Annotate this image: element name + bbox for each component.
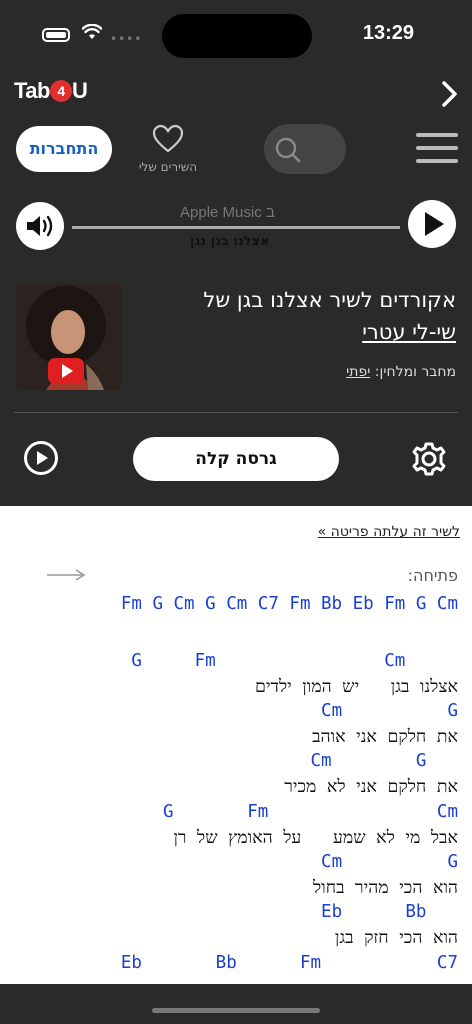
player-progress-track[interactable]	[72, 226, 400, 229]
wifi-icon	[82, 24, 102, 39]
divider	[14, 412, 458, 413]
cellular-signal-icon: ••••	[110, 32, 143, 46]
chord-line: Eb Bb	[321, 902, 458, 922]
chords-sheet: לשיר זה עלתה פריטה » פתיחה: Fm G Cm G Cm…	[0, 506, 472, 984]
lyric-line: את חלקם אני לא מכיר	[284, 777, 458, 797]
artist-video-thumbnail[interactable]	[16, 284, 122, 390]
battery-icon	[42, 28, 70, 42]
intro-label: פתיחה:	[407, 566, 458, 585]
autoscroll-button[interactable]	[24, 441, 58, 475]
speaker-icon	[27, 215, 53, 237]
lyric-line: הוא הכי חזק בגן	[334, 928, 458, 948]
artist-photo	[16, 284, 122, 390]
chord-line: Cm G	[321, 701, 458, 721]
logo-text: Tab	[14, 78, 50, 103]
lyric-line: אצלנו בגן יש המון ילדים	[255, 677, 458, 697]
menu-line	[416, 133, 458, 137]
composer-line: מחבר ומלחין: יפתי	[346, 364, 456, 380]
composer-prefix: מחבר ומלחין:	[374, 364, 456, 380]
composer-link[interactable]: יפתי	[346, 364, 370, 380]
chord-line: G Fm Cm	[162, 802, 458, 822]
player-song-title: אצלנו בגן נגן	[190, 234, 270, 249]
gear-icon[interactable]	[410, 440, 448, 478]
chord-line: G Fm Cm	[131, 651, 458, 671]
status-time: 13:29	[362, 22, 414, 44]
lyric-line: הוא הכי מהיר בחול	[313, 878, 458, 898]
menu-button[interactable]	[416, 133, 458, 163]
home-indicator[interactable]	[152, 1008, 320, 1013]
chevron-right-icon[interactable]	[440, 80, 460, 108]
play-icon	[425, 212, 444, 236]
tutorial-link[interactable]: לשיר זה עלתה פריטה »	[318, 524, 460, 540]
app-logo[interactable]: Tab 4 U	[14, 78, 88, 104]
search-icon	[275, 137, 301, 163]
menu-line	[416, 146, 458, 150]
chord-line: Eb Bb Fm C7	[120, 953, 458, 973]
song-title: אקורדים לשיר אצלנו בגן של	[203, 288, 456, 312]
chord-line: Cm G	[310, 751, 458, 771]
login-button[interactable]: התחברות	[16, 126, 112, 172]
play-button[interactable]	[408, 200, 456, 248]
play-circle-icon	[37, 451, 48, 465]
artist-link[interactable]: שי-לי עטרי	[362, 320, 456, 344]
my-songs-label[interactable]: השירים שלי	[120, 160, 216, 174]
volume-button[interactable]	[16, 202, 64, 250]
dynamic-island	[162, 14, 312, 58]
menu-line	[416, 159, 458, 163]
logo-text-end: U	[71, 78, 88, 103]
apple-music-label: Apple Music ב	[180, 204, 275, 221]
easy-version-button[interactable]: גרסה קלה	[133, 437, 339, 481]
bottom-bar	[0, 984, 472, 1024]
chord-line: Fm G Cm G Cm C7 Fm Bb Eb Fm G Cm	[120, 594, 458, 614]
arrow-right-icon	[47, 569, 86, 581]
chord-line: Cm G	[321, 852, 458, 872]
heart-icon[interactable]	[152, 124, 184, 154]
lyric-line: אבל מי לא שמע על האומץ של רן	[173, 828, 458, 848]
lyric-line: את חלקם אני אוהב	[312, 727, 458, 747]
logo-badge: 4	[49, 80, 72, 102]
